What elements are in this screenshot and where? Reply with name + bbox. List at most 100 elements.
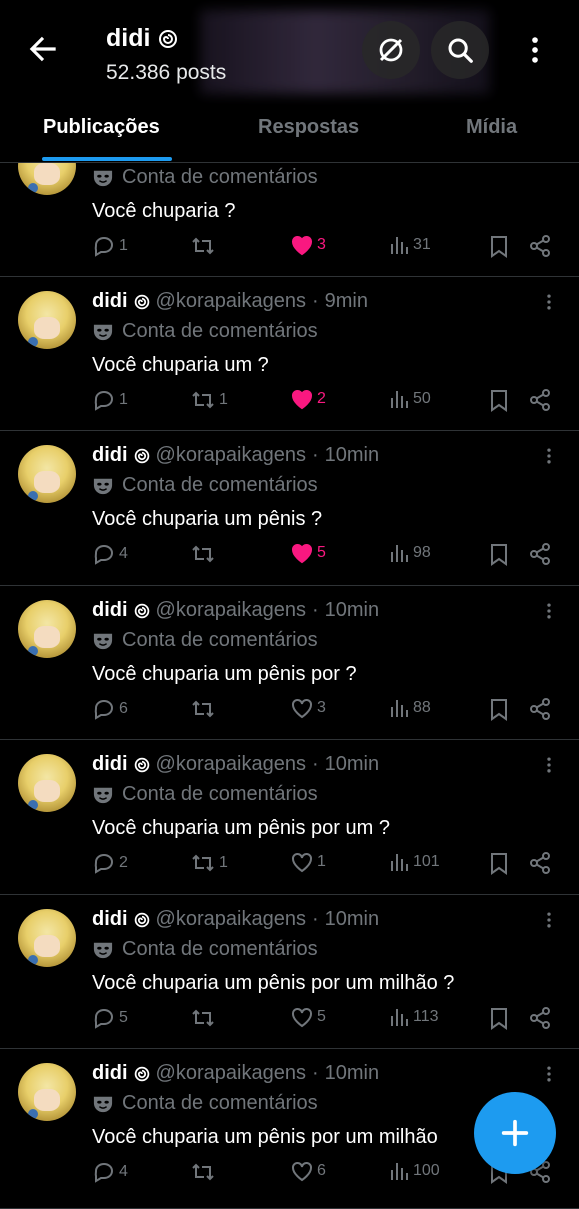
author-name[interactable]: didi [92,753,128,776]
bookmark-button[interactable] [488,542,510,566]
author-handle[interactable]: @korapaikagens [156,1062,306,1085]
reply-button[interactable]: 4 [92,542,128,566]
post-menu-button[interactable] [539,292,559,312]
post-time: 9min [324,290,368,312]
views-button[interactable]: 113 [388,1006,439,1028]
reply-button[interactable]: 1 [92,388,128,412]
post-menu-button[interactable] [539,910,559,930]
share-button[interactable] [528,1006,552,1030]
like-button[interactable]: 3 [290,234,326,256]
author-name[interactable]: didi [92,444,128,467]
bookmark-button[interactable] [488,851,510,875]
views-count: 31 [413,236,431,253]
like-button[interactable]: 2 [290,388,326,410]
grok-button[interactable] [362,21,420,79]
post[interactable]: didi @korapaikagens · 10min Conta de com… [0,585,579,740]
reply-icon [94,390,114,411]
avatar[interactable] [18,445,76,503]
like-button[interactable]: 3 [290,697,326,719]
post-header: didi @korapaikagens · 9min [92,290,368,313]
avatar[interactable] [18,1063,76,1121]
author-name[interactable]: didi [92,908,128,931]
grok-icon [379,38,403,62]
tab-publicacoes[interactable]: Publicações [43,116,160,139]
views-button[interactable]: 88 [388,697,431,719]
views-button[interactable]: 100 [388,1160,440,1182]
views-button[interactable]: 31 [388,234,431,256]
author-name[interactable]: didi [92,599,128,622]
more-vertical-icon [547,1066,551,1082]
author-handle[interactable]: @korapaikagens [156,444,306,467]
search-icon [448,38,473,63]
reply-button[interactable]: 4 [92,1160,128,1184]
repost-button[interactable]: 1 [190,851,228,875]
heart-icon [292,543,312,564]
like-button[interactable]: 1 [290,851,326,873]
author-handle[interactable]: @korapaikagens [156,908,306,931]
post[interactable]: didi @korapaikagens · 10min Conta de com… [0,894,579,1049]
tab-midia[interactable]: Mídia [466,116,517,139]
spiral-icon [134,294,149,309]
repost-button[interactable]: 1 [190,388,228,412]
author-handle[interactable]: @korapaikagens [156,753,306,776]
share-button[interactable] [528,234,552,258]
search-button[interactable] [431,21,489,79]
reply-button[interactable]: 6 [92,697,128,721]
post-menu-button[interactable] [539,446,559,466]
reply-icon [94,1162,114,1183]
bookmark-button[interactable] [488,234,510,258]
post-header: didi @korapaikagens · 10min [92,444,379,467]
community-name: Conta de comentários [122,1092,318,1114]
post-menu-button[interactable] [539,1064,559,1084]
like-button[interactable]: 5 [290,1006,326,1028]
avatar[interactable] [18,291,76,349]
bookmark-button[interactable] [488,388,510,412]
author-handle[interactable]: @korapaikagens [156,599,306,622]
share-button[interactable] [528,542,552,566]
post[interactable]: didi @korapaikagens · 9min Conta de come… [0,276,579,431]
views-button[interactable]: 98 [388,542,431,564]
share-button[interactable] [528,388,552,412]
avatar[interactable] [18,600,76,658]
post[interactable]: didi @korapaikagens · 10min Conta de com… [0,739,579,895]
more-options-button[interactable] [518,33,552,67]
community-label: Conta de comentários [92,629,318,652]
like-button[interactable]: 5 [290,542,326,564]
like-count: 2 [317,390,326,407]
views-count: 100 [413,1162,440,1179]
post-menu-button[interactable] [539,755,559,775]
reply-icon [94,1008,114,1029]
avatar[interactable] [18,909,76,967]
post[interactable]: didi @korapaikagens · 10min Conta de com… [0,430,579,586]
repost-button[interactable] [190,234,219,258]
repost-button[interactable] [190,1006,219,1030]
reply-button[interactable]: 2 [92,851,128,875]
spiral-icon [134,757,149,772]
community-label: Conta de comentários [92,320,318,343]
author-name[interactable]: didi [92,290,128,313]
bookmark-icon [491,1008,507,1030]
bookmark-button[interactable] [488,1006,510,1030]
more-vertical-icon [547,757,551,773]
reply-button[interactable]: 1 [92,234,128,258]
views-button[interactable]: 101 [388,851,440,873]
repost-button[interactable] [190,542,219,566]
tab-respostas[interactable]: Respostas [258,116,359,139]
arrow-left-icon [29,36,56,62]
repost-button[interactable] [190,1160,219,1184]
back-button[interactable] [24,30,62,68]
author-name[interactable]: didi [92,1062,128,1085]
avatar[interactable] [18,754,76,812]
share-button[interactable] [528,851,552,875]
reply-button[interactable]: 5 [92,1006,128,1030]
repost-button[interactable] [190,697,219,721]
bookmark-button[interactable] [488,697,510,721]
heart-icon [292,235,312,256]
views-count: 113 [413,1008,439,1025]
post-menu-button[interactable] [539,601,559,621]
share-button[interactable] [528,697,552,721]
like-button[interactable]: 6 [290,1160,326,1182]
compose-post-button[interactable] [474,1092,556,1174]
views-button[interactable]: 50 [388,388,431,410]
author-handle[interactable]: @korapaikagens [156,290,306,313]
